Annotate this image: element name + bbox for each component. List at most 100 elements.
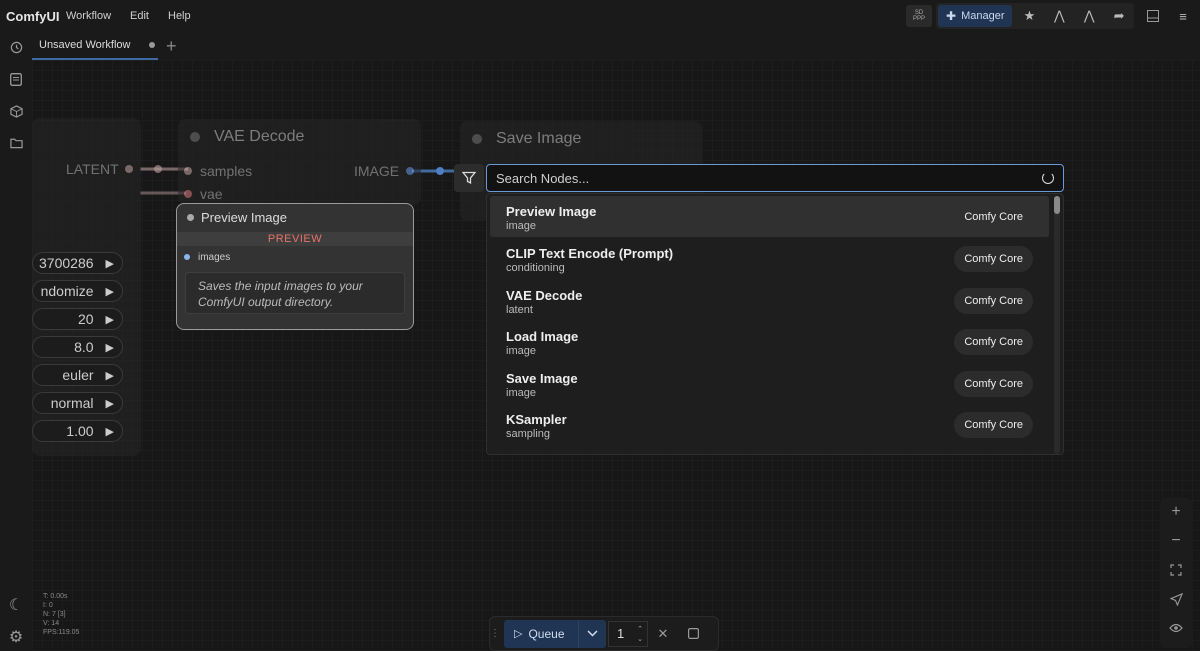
node-title-bar[interactable]: Save Image	[460, 121, 702, 157]
result-category: image	[506, 387, 536, 399]
results-scrollbar[interactable]	[1054, 196, 1060, 454]
widget-steps[interactable]: 20 ▶	[32, 308, 123, 330]
result-source-badge: Comfy Core	[954, 371, 1033, 397]
graph-icon[interactable]: ⋀	[1044, 3, 1074, 29]
preview-card-title: Preview Image	[201, 209, 287, 225]
preview-input-label: images	[198, 251, 231, 263]
batch-count-stepper[interactable]: 1 ⌃ ⌄	[608, 620, 648, 647]
result-name: Save Image	[506, 371, 578, 386]
chevron-down-icon[interactable]	[578, 619, 606, 648]
search-result-item[interactable]: CLIP Text Encode (Prompt) conditioning C…	[490, 238, 1049, 279]
stat-nodes: N: 7 [3]	[43, 611, 66, 618]
stop-square-icon[interactable]	[678, 628, 708, 639]
filter-button[interactable]	[454, 164, 484, 192]
star-icon[interactable]: ★	[1014, 3, 1044, 29]
unsaved-dot-icon[interactable]	[148, 42, 155, 48]
workflows-folder-icon[interactable]	[8, 135, 24, 151]
queue-button[interactable]: ▷ Queue	[504, 619, 606, 648]
select-mode-icon[interactable]	[1168, 591, 1184, 607]
latent-output-label: LATENT	[66, 161, 119, 177]
history-icon[interactable]	[8, 39, 24, 55]
cancel-x-icon[interactable]: ✕	[648, 626, 678, 642]
samples-input-dot[interactable]	[184, 167, 192, 175]
top-menubar: ComfyUI Workflow Edit Help SD PPP ✚ Mana…	[0, 0, 1200, 32]
result-category: conditioning	[506, 262, 565, 274]
widget-denoise[interactable]: 1.00 ▶	[32, 420, 123, 442]
stat-time: T: 0.00s	[43, 593, 68, 600]
queue-list-icon[interactable]	[8, 71, 24, 87]
node-title-bar[interactable]: VAE Decode	[178, 119, 421, 155]
stat-fps: FPS:119.05	[43, 629, 80, 636]
queue-run[interactable]: ▷ Queue	[504, 627, 578, 641]
widget-control[interactable]: ndomize ▶	[32, 280, 123, 302]
menu-workflow[interactable]: Workflow	[66, 10, 111, 22]
zoom-out-icon[interactable]: −	[1168, 532, 1184, 549]
search-input[interactable]	[487, 165, 1027, 191]
preview-card-header: Preview Image	[177, 204, 413, 230]
right-arrow-icon[interactable]: ▶	[106, 341, 114, 354]
result-name: Preview Image	[506, 204, 597, 219]
sd-badge-line2: PPP	[912, 16, 925, 22]
search-results-list: Preview Image image Comfy Core CLIP Text…	[486, 193, 1064, 455]
panel-toggle-icon[interactable]	[1138, 3, 1168, 29]
node-title: Save Image	[496, 130, 582, 147]
widget-seed[interactable]: 3700286 ▶	[32, 252, 123, 274]
result-name: KSampler	[506, 412, 567, 427]
search-result-item[interactable]: VAE Decode latent Comfy Core	[490, 280, 1049, 321]
result-source-badge: Comfy Core	[954, 412, 1033, 438]
toggle-links-eye-icon[interactable]	[1168, 620, 1184, 636]
right-arrow-icon[interactable]: ▶	[106, 285, 114, 298]
widget-cfg[interactable]: 8.0 ▶	[32, 336, 123, 358]
result-name: Load Image	[506, 329, 579, 344]
sd-badge[interactable]: SD PPP	[906, 5, 932, 27]
widget-sampler[interactable]: euler ▶	[32, 364, 123, 386]
tab-label: Unsaved Workflow	[39, 39, 131, 51]
menu-help[interactable]: Help	[168, 10, 191, 22]
settings-gear-icon[interactable]: ⚙	[8, 629, 24, 646]
right-arrow-icon[interactable]: ▶	[106, 257, 114, 270]
image-output-label: IMAGE	[354, 163, 400, 179]
vae-input-dot[interactable]	[184, 190, 192, 198]
vae-decode-node[interactable]: VAE Decode samples vae IMAGE	[178, 119, 421, 205]
node-collapse-dot[interactable]	[472, 134, 482, 144]
widget-scheduler[interactable]: normal ▶	[32, 392, 123, 414]
model-library-icon[interactable]	[8, 103, 24, 119]
search-result-item[interactable]: Save Image image Comfy Core	[490, 363, 1049, 404]
right-arrow-icon[interactable]: ▶	[106, 313, 114, 326]
manager-button[interactable]: ✚ Manager	[938, 5, 1013, 27]
result-source-badge: Comfy Core	[954, 246, 1033, 272]
tab-unsaved-workflow[interactable]: Unsaved Workflow	[32, 32, 158, 60]
stepper-arrows-icon[interactable]: ⌃ ⌄	[637, 625, 643, 645]
add-tab-icon[interactable]: +	[166, 36, 177, 57]
node-collapse-dot[interactable]	[190, 132, 200, 142]
batch-count-value: 1	[617, 626, 625, 641]
queue-toolbar: ⋮⋮ ▷ Queue 1 ⌃ ⌄ ✕	[489, 616, 719, 651]
result-name: CLIP Text Encode (Prompt)	[506, 246, 674, 261]
search-result-item[interactable]: Preview Image image Comfy Core	[490, 196, 1049, 237]
image-output-dot[interactable]	[406, 167, 414, 175]
result-source-badge: Comfy Core	[954, 329, 1033, 355]
hamburger-menu-icon[interactable]: ≡	[1168, 3, 1198, 29]
theme-toggle-icon[interactable]: ☾	[8, 597, 24, 614]
scrollbar-thumb[interactable]	[1054, 196, 1060, 214]
stat-v: V: 14	[43, 620, 60, 627]
share-icon[interactable]: ➦	[1104, 3, 1134, 29]
search-result-item[interactable]: KSampler sampling Comfy Core	[490, 404, 1049, 445]
graph-alt-icon[interactable]: ⋀	[1074, 3, 1104, 29]
right-arrow-icon[interactable]: ▶	[106, 425, 114, 438]
right-arrow-icon[interactable]: ▶	[106, 369, 114, 382]
result-source-badge: Comfy Core	[964, 211, 1023, 223]
preview-badge: PREVIEW	[177, 232, 413, 246]
latent-output-dot[interactable]	[125, 165, 133, 173]
menu-edit[interactable]: Edit	[130, 10, 149, 22]
drag-handle-icon[interactable]: ⋮⋮	[490, 628, 510, 639]
fit-view-icon[interactable]	[1168, 562, 1184, 578]
search-result-item[interactable]: Load Image image Comfy Core	[490, 321, 1049, 362]
widget-value: 1.00	[66, 423, 94, 439]
widget-value: normal	[50, 395, 94, 411]
result-category: sampling	[506, 428, 551, 440]
zoom-in-icon[interactable]: +	[1168, 503, 1184, 520]
right-arrow-icon[interactable]: ▶	[106, 397, 114, 410]
filter-icon	[462, 171, 476, 185]
node-search-box	[486, 164, 1064, 192]
